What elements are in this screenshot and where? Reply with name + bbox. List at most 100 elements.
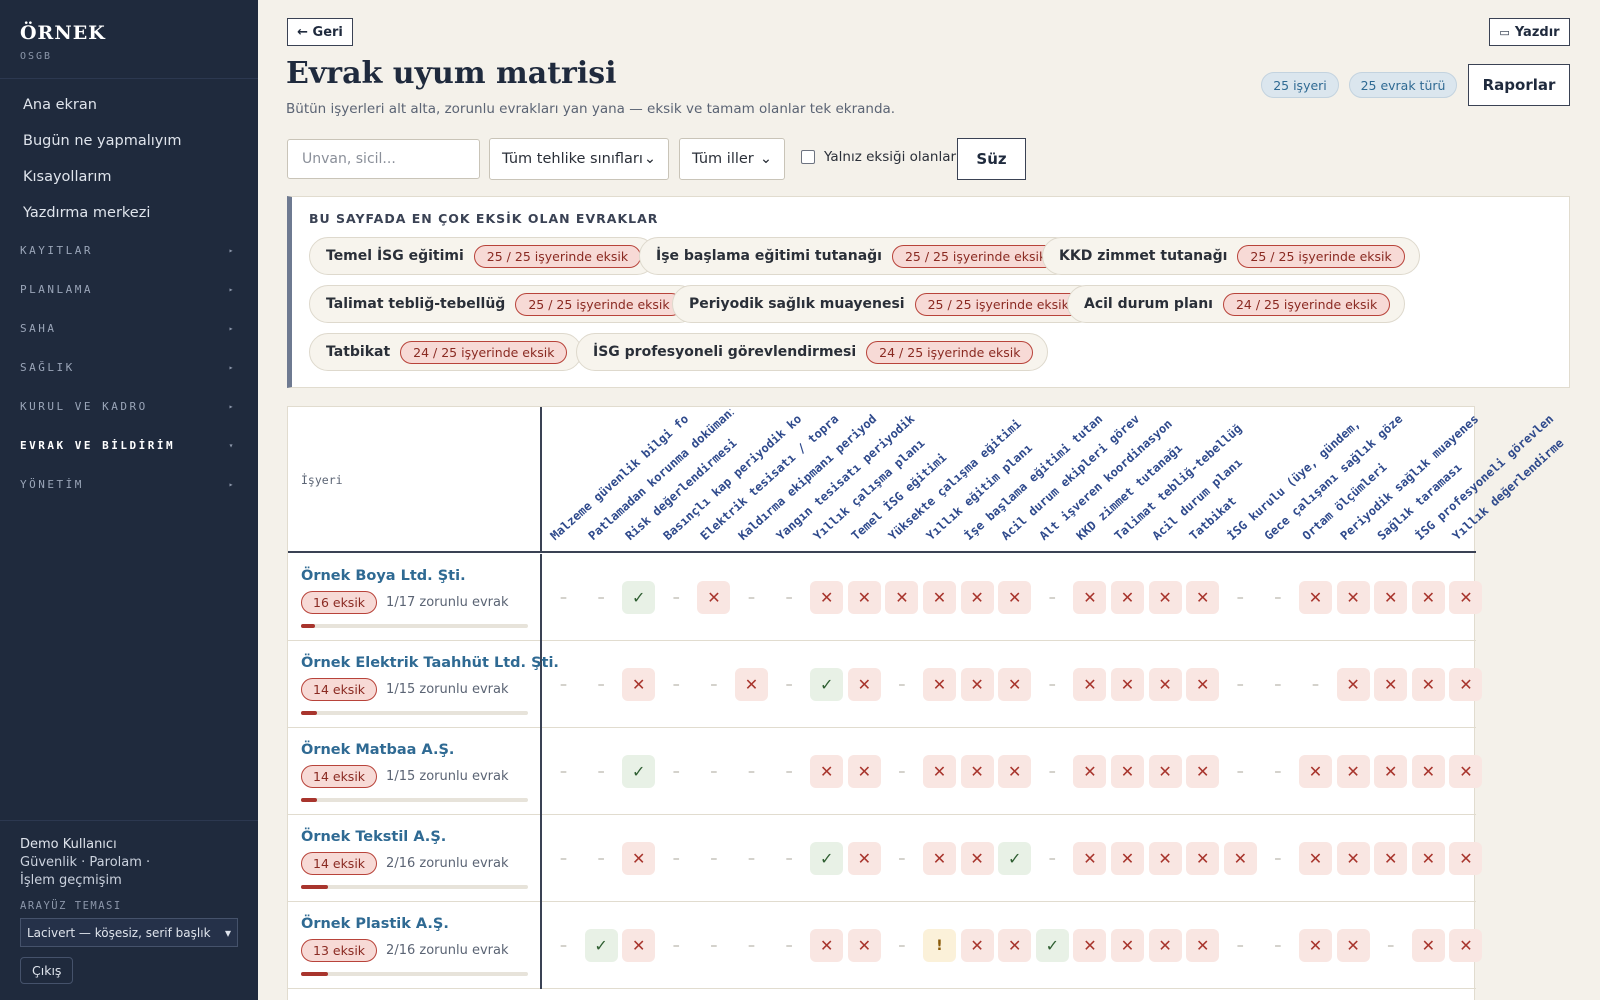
password-link[interactable]: Parolam <box>89 855 141 870</box>
cross-icon[interactable]: ✕ <box>1186 929 1220 962</box>
cross-icon[interactable]: ✕ <box>923 842 956 875</box>
cross-icon[interactable]: ✕ <box>1449 581 1483 614</box>
cross-icon[interactable]: ✕ <box>810 929 844 962</box>
check-icon[interactable]: ✓ <box>622 755 656 788</box>
cross-icon[interactable]: ✕ <box>847 929 881 962</box>
cross-icon[interactable]: ✕ <box>1186 842 1220 875</box>
cross-icon[interactable]: ✕ <box>1411 581 1445 614</box>
cross-icon[interactable]: ✕ <box>1148 842 1182 875</box>
nav-group-board-staff[interactable]: KURUL VE KADRO ▸ <box>0 387 258 426</box>
cross-icon[interactable]: ✕ <box>1449 668 1483 701</box>
cross-icon[interactable]: ✕ <box>998 755 1032 788</box>
cross-icon[interactable]: ✕ <box>1374 668 1408 701</box>
cross-icon[interactable]: ✕ <box>960 842 994 875</box>
missing-doc-chip[interactable]: Periyodik sağlık muayenesi 25 / 25 işyeri… <box>672 285 1097 323</box>
check-icon[interactable]: ✓ <box>998 842 1032 875</box>
workplace-name-link[interactable]: Örnek Boya Ltd. Şti. <box>301 568 540 584</box>
nav-group-planning[interactable]: PLANLAMA ▸ <box>0 270 258 309</box>
check-icon[interactable]: ✓ <box>810 842 844 875</box>
cross-icon[interactable]: ✕ <box>960 581 994 614</box>
cross-icon[interactable]: ✕ <box>1111 755 1144 788</box>
cross-icon[interactable]: ✕ <box>923 581 956 614</box>
cross-icon[interactable]: ✕ <box>1148 668 1182 701</box>
history-link[interactable]: İşlem geçmişim <box>20 873 122 888</box>
warning-icon[interactable]: ! <box>923 929 956 962</box>
workplace-name-link[interactable]: Örnek Elektrik Taahhüt Ltd. Şti. <box>301 655 559 671</box>
security-link[interactable]: Güvenlik <box>20 855 77 870</box>
cross-icon[interactable]: ✕ <box>1374 755 1408 788</box>
cross-icon[interactable]: ✕ <box>1299 842 1332 875</box>
cross-icon[interactable]: ✕ <box>1336 929 1370 962</box>
cross-icon[interactable]: ✕ <box>622 668 656 701</box>
cross-icon[interactable]: ✕ <box>1449 755 1483 788</box>
missing-doc-chip[interactable]: İşe başlama eğitimi tutanağı 25 / 25 işye… <box>639 237 1075 275</box>
nav-group-admin[interactable]: YÖNETİM ▸ <box>0 465 258 504</box>
cross-icon[interactable]: ✕ <box>1073 668 1107 701</box>
cross-icon[interactable]: ✕ <box>1186 755 1220 788</box>
cross-icon[interactable]: ✕ <box>847 668 881 701</box>
cross-icon[interactable]: ✕ <box>1299 929 1332 962</box>
print-button[interactable]: ▭ Yazdır <box>1489 18 1570 46</box>
theme-select[interactable]: Lacivert — köşesiz, serif başlık ▾ <box>20 918 238 947</box>
cross-icon[interactable]: ✕ <box>1111 581 1144 614</box>
cross-icon[interactable]: ✕ <box>810 581 844 614</box>
cross-icon[interactable]: ✕ <box>1336 668 1370 701</box>
check-icon[interactable]: ✓ <box>622 581 656 614</box>
doc-column-label[interactable]: İSG kurulu (üye, gündem, <box>1224 417 1362 543</box>
cross-icon[interactable]: ✕ <box>923 668 956 701</box>
reports-button[interactable]: Raporlar <box>1468 64 1570 106</box>
cross-icon[interactable]: ✕ <box>960 668 994 701</box>
cross-icon[interactable]: ✕ <box>1299 581 1332 614</box>
check-icon[interactable]: ✓ <box>810 668 844 701</box>
cross-icon[interactable]: ✕ <box>1186 668 1220 701</box>
cross-icon[interactable]: ✕ <box>697 581 731 614</box>
cross-icon[interactable]: ✕ <box>1223 842 1257 875</box>
checkbox-box[interactable] <box>801 150 815 164</box>
search-input[interactable] <box>287 139 480 179</box>
missing-doc-chip[interactable]: İSG profesyoneli görevlendirmesi 24 / 25 … <box>576 333 1049 371</box>
cross-icon[interactable]: ✕ <box>885 581 919 614</box>
nav-group-records[interactable]: KAYITLAR ▸ <box>0 231 258 270</box>
nav-item-today[interactable]: Bugün ne yapmalıyım <box>0 123 258 159</box>
cross-icon[interactable]: ✕ <box>1411 929 1445 962</box>
cross-icon[interactable]: ✕ <box>1336 581 1370 614</box>
cross-icon[interactable]: ✕ <box>923 755 956 788</box>
nav-group-field[interactable]: SAHA ▸ <box>0 309 258 348</box>
missing-doc-chip[interactable]: KKD zimmet tutanağı 25 / 25 işyerinde eks… <box>1042 237 1420 275</box>
cross-icon[interactable]: ✕ <box>1411 755 1445 788</box>
cross-icon[interactable]: ✕ <box>1449 842 1483 875</box>
only-missing-checkbox[interactable]: Yalnız eksiği olanlar <box>801 149 956 165</box>
cross-icon[interactable]: ✕ <box>1073 929 1107 962</box>
cross-icon[interactable]: ✕ <box>1374 842 1408 875</box>
nav-group-health[interactable]: SAĞLIK ▸ <box>0 348 258 387</box>
cross-icon[interactable]: ✕ <box>735 668 768 701</box>
hazard-class-select[interactable]: Tüm tehlike sınıfları ⌄ <box>489 138 669 180</box>
cross-icon[interactable]: ✕ <box>1336 842 1370 875</box>
cross-icon[interactable]: ✕ <box>1374 581 1408 614</box>
nav-item-print-center[interactable]: Yazdırma merkezi <box>0 195 258 231</box>
cross-icon[interactable]: ✕ <box>960 929 994 962</box>
province-select[interactable]: Tüm iller ⌄ <box>679 138 785 180</box>
cross-icon[interactable]: ✕ <box>847 581 881 614</box>
cross-icon[interactable]: ✕ <box>1148 581 1182 614</box>
check-icon[interactable]: ✓ <box>1035 929 1069 962</box>
cross-icon[interactable]: ✕ <box>1336 755 1370 788</box>
logout-button[interactable]: Çıkış <box>20 957 74 984</box>
cross-icon[interactable]: ✕ <box>1073 842 1107 875</box>
nav-group-documents[interactable]: EVRAK VE BİLDİRİM ▾ <box>0 426 258 465</box>
cross-icon[interactable]: ✕ <box>960 755 994 788</box>
cross-icon[interactable]: ✕ <box>847 755 881 788</box>
cross-icon[interactable]: ✕ <box>1073 755 1107 788</box>
nav-item-shortcuts[interactable]: Kısayollarım <box>0 159 258 195</box>
cross-icon[interactable]: ✕ <box>622 929 656 962</box>
workplace-name-link[interactable]: Örnek Plastik A.Ş. <box>301 916 540 932</box>
cross-icon[interactable]: ✕ <box>998 581 1032 614</box>
cross-icon[interactable]: ✕ <box>1299 755 1332 788</box>
workplace-name-link[interactable]: Örnek Matbaa A.Ş. <box>301 742 540 758</box>
check-icon[interactable]: ✓ <box>584 929 618 962</box>
cross-icon[interactable]: ✕ <box>1449 929 1483 962</box>
cross-icon[interactable]: ✕ <box>998 929 1032 962</box>
cross-icon[interactable]: ✕ <box>1111 668 1144 701</box>
missing-doc-chip[interactable]: Talimat tebliğ-tebellüğ 25 / 25 işyerinde… <box>309 285 698 323</box>
cross-icon[interactable]: ✕ <box>1186 581 1220 614</box>
